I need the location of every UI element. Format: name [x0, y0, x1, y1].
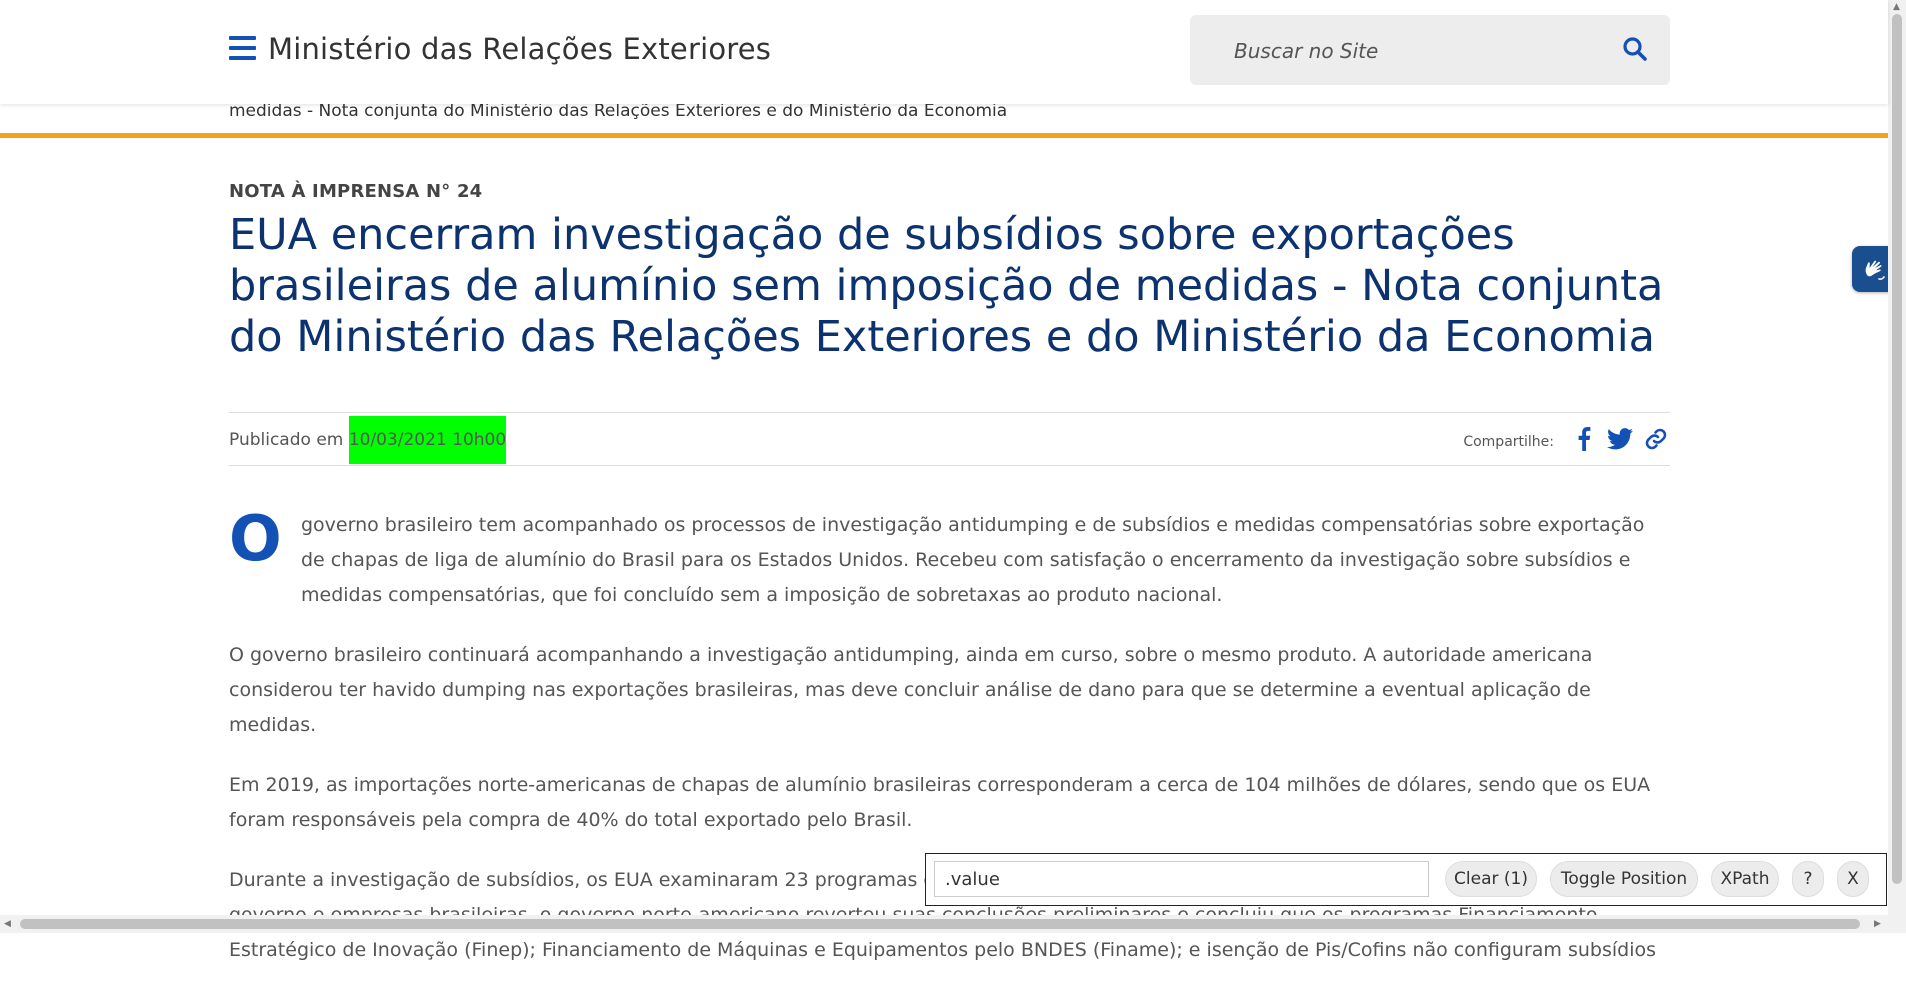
dropcap: O [229, 502, 282, 575]
xpath-button[interactable]: XPath [1711, 861, 1779, 897]
page-title: EUA encerram investigação de subsídios s… [229, 210, 1664, 362]
paragraph-3: Em 2019, as importações norte-americanas… [229, 774, 1651, 831]
vertical-scroll-thumb[interactable] [1892, 14, 1902, 884]
accent-divider [0, 133, 1888, 138]
horizontal-scroll-thumb[interactable] [20, 919, 1860, 929]
close-button[interactable]: X [1837, 861, 1869, 897]
selector-tool-panel: Clear (1) Toggle Position XPath ? X [925, 853, 1887, 906]
site-title[interactable]: Ministério das Relações Exteriores [268, 32, 771, 66]
search-icon[interactable] [1622, 36, 1650, 64]
vertical-scrollbar[interactable]: ▲ [1888, 0, 1906, 915]
article-kicker: NOTA À IMPRENSA N° 24 [229, 181, 483, 202]
published-date: 10/03/2021 10h00 [348, 416, 507, 464]
clear-button[interactable]: Clear (1) [1445, 861, 1537, 897]
paragraph-1: Ogoverno brasileiro tem acompanhado os p… [229, 508, 1670, 613]
menu-icon[interactable] [229, 36, 256, 60]
selector-input[interactable] [934, 861, 1429, 897]
horizontal-scrollbar[interactable]: ◀ ▶ [0, 915, 1906, 933]
article-meta: Publicado em 10/03/2021 10h00 Compartilh… [229, 412, 1670, 466]
toggle-position-button[interactable]: Toggle Position [1550, 861, 1698, 897]
paragraph-2: O governo brasileiro continuará acompanh… [229, 644, 1593, 736]
breadcrumb: medidas - Nota conjunta do Ministério da… [229, 101, 1008, 121]
site-header: Ministério das Relações Exteriores [0, 0, 1888, 104]
scroll-up-icon[interactable]: ▲ [1893, 2, 1900, 12]
paragraph-1-text: governo brasileiro tem acompanhado os pr… [301, 514, 1645, 606]
help-button[interactable]: ? [1792, 861, 1824, 897]
share-bar: Compartilhe: [1463, 425, 1670, 453]
share-label: Compartilhe: [1463, 434, 1554, 450]
facebook-icon[interactable] [1570, 425, 1598, 453]
scroll-left-icon[interactable]: ◀ [4, 919, 11, 929]
published-label: Publicado em [229, 430, 344, 450]
scroll-right-icon[interactable]: ▶ [1874, 919, 1881, 929]
search-box [1190, 15, 1670, 85]
link-icon[interactable] [1642, 425, 1670, 453]
published-info: Publicado em 10/03/2021 10h00 [229, 416, 507, 464]
search-input[interactable] [1232, 35, 1596, 67]
twitter-icon[interactable] [1606, 425, 1634, 453]
